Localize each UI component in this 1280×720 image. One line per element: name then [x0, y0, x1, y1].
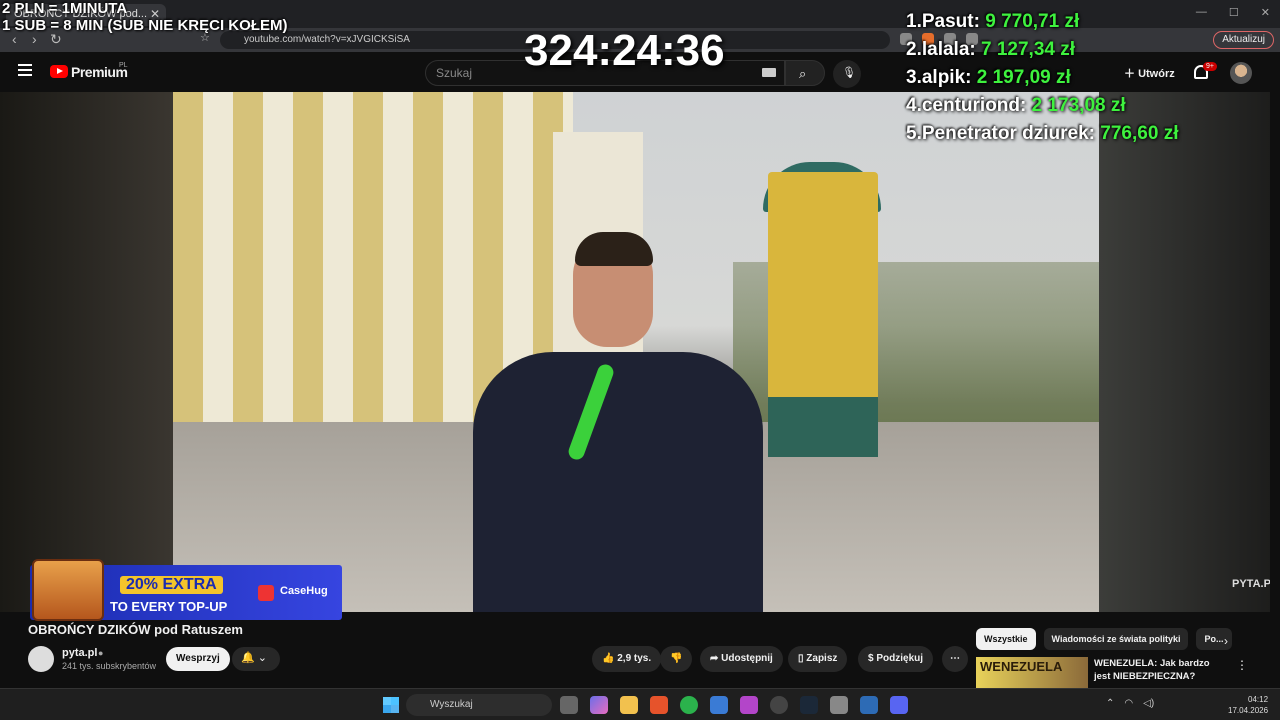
channel-avatar[interactable]	[28, 646, 54, 672]
task-view-icon[interactable]	[560, 696, 578, 714]
leaderboard-row: 2.lalala: 7 127,34 zł	[906, 39, 1076, 60]
dislike-button[interactable]: 👎	[660, 646, 693, 672]
channel-name[interactable]: pyta.pl	[62, 647, 97, 659]
donation-leaderboard: 1.Pasut: 9 770,71 zł 2.lalala: 7 127,34 …	[906, 8, 1178, 148]
youtube-logo-icon[interactable]	[50, 65, 68, 78]
promo-brand: CaseHug	[280, 585, 328, 597]
sponsor-banner: 20% EXTRA TO EVERY TOP-UP CaseHug	[30, 559, 342, 621]
more-icon: ⋯	[950, 653, 960, 664]
photos-icon[interactable]	[860, 696, 878, 714]
advertising-column-base	[768, 397, 878, 457]
wifi-icon[interactable]: ◠	[1124, 698, 1133, 709]
leaderboard-row: 4.centuriond: 2 173,08 zł	[906, 95, 1126, 116]
store-icon[interactable]	[710, 696, 728, 714]
leaderboard-row: 3.alpik: 2 197,09 zł	[906, 67, 1071, 88]
window-controls: — ☐ ✕	[1196, 6, 1270, 19]
minimize-icon[interactable]: —	[1196, 6, 1207, 19]
settings-icon[interactable]	[830, 696, 848, 714]
chip-politics[interactable]: Wiadomości ze świata polityki	[1043, 628, 1189, 650]
leaderboard-row: 5.Penetrator dziurek: 776,60 zł	[906, 123, 1179, 144]
clock-date: 17.04.2026	[1228, 706, 1269, 715]
subathon-rules: 2 PLN = 1MINUTA 1 SUB = 8 MIN (SUB NIE K…	[2, 0, 287, 34]
share-button[interactable]: ➦ Udostępnij	[700, 646, 783, 672]
search-icon: ⌕	[799, 66, 807, 81]
speaker-icon[interactable]: ◁)	[1143, 698, 1154, 709]
thanks-button[interactable]: $ Podziękuj	[858, 646, 934, 672]
subscription-bell-button[interactable]: 🔔 ⌄	[232, 647, 280, 671]
keyboard-icon[interactable]	[762, 68, 776, 77]
subathon-timer: 324:24:36	[524, 26, 725, 75]
clock-time: 04:12	[1248, 695, 1269, 704]
recommended-thumbnail[interactable]: WENEZUELA	[976, 657, 1088, 691]
bell-icon: 🔔	[241, 652, 255, 664]
thumbs-down-icon: 👎	[670, 653, 683, 664]
system-clock[interactable]: 04:12 17.04.2026	[1228, 694, 1268, 716]
update-button[interactable]: Aktualizuj	[1213, 31, 1274, 49]
video-title: OBROŃCY DZIKÓW pod Ratuszem	[28, 622, 243, 637]
verified-icon: ●	[98, 648, 104, 658]
chrome-icon[interactable]	[680, 696, 698, 714]
channel-subscribers: 241 tys. subskrybentów	[62, 661, 157, 671]
recommendation-chips: Wszystkie Wiadomości ze świata polityki …	[976, 628, 1232, 650]
presenter-body	[473, 352, 763, 612]
windows-start-icon[interactable]	[383, 697, 399, 713]
obs-icon[interactable]	[770, 696, 788, 714]
video-blur-left	[0, 92, 173, 612]
microphone-icon: 🎙	[842, 67, 856, 79]
more-actions-button[interactable]: ⋯	[942, 646, 968, 672]
chevron-down-icon: ⌄	[254, 652, 267, 664]
promo-subline: TO EVERY TOP-UP	[110, 599, 228, 614]
hamburger-menu-icon[interactable]	[18, 64, 32, 76]
taskbar-search[interactable]: Wyszukaj	[406, 694, 552, 716]
chip-all[interactable]: Wszystkie	[976, 628, 1036, 650]
voice-search-button[interactable]: 🎙	[833, 60, 861, 88]
account-avatar[interactable]	[1230, 62, 1252, 84]
save-button[interactable]: ▯ Zapisz	[788, 646, 848, 672]
presenter-hair	[575, 232, 653, 266]
support-button[interactable]: Wesprzyj	[166, 647, 230, 671]
casehug-logo-icon	[258, 585, 274, 601]
copilot-icon[interactable]	[590, 696, 608, 714]
taskbar-apps	[560, 696, 908, 714]
thumbs-up-icon: 👍	[602, 653, 618, 664]
chevron-up-icon[interactable]: ⌃	[1106, 698, 1114, 709]
search-button[interactable]: ⌕	[785, 60, 825, 86]
notifications-badge: 9+	[1203, 62, 1217, 71]
discord-icon[interactable]	[890, 696, 908, 714]
region-label: PL	[119, 62, 128, 69]
app-icon[interactable]	[740, 696, 758, 714]
steam-icon[interactable]	[800, 696, 818, 714]
chevron-right-icon[interactable]: ›	[1224, 634, 1228, 648]
promo-headline: 20% EXTRA	[120, 576, 223, 594]
channel-watermark: PYTA.PL	[1232, 578, 1270, 590]
video-player[interactable]: PYTA.PL	[0, 92, 1270, 612]
share-icon: ➦	[710, 653, 722, 664]
video-blur-right	[1099, 92, 1270, 612]
rule-line-2: 1 SUB = 8 MIN (SUB NIE KRĘCI KOŁEM)	[2, 17, 288, 34]
leaderboard-row: 1.Pasut: 9 770,71 zł	[906, 11, 1080, 32]
rule-line-1: 2 PLN = 1MINUTA	[2, 0, 128, 17]
brave-browser-icon[interactable]	[650, 696, 668, 714]
file-explorer-icon[interactable]	[620, 696, 638, 714]
maximize-icon[interactable]: ☐	[1229, 6, 1239, 19]
treasure-chest-icon	[32, 559, 104, 621]
more-vert-icon[interactable]: ⋮	[1236, 658, 1248, 672]
like-button[interactable]: 👍 2,9 tys.	[592, 646, 662, 672]
video-frame	[173, 92, 1099, 612]
system-tray: ⌃ ◠ ◁)	[1106, 698, 1154, 709]
windows-taskbar: Wyszukaj ⌃ ◠ ◁) 04:12 17.04.2026	[0, 688, 1280, 720]
recommended-title[interactable]: WENEZUELA: Jak bardzo jest NIEBEZPIECZNA…	[1094, 657, 1224, 683]
close-window-icon[interactable]: ✕	[1261, 6, 1270, 19]
